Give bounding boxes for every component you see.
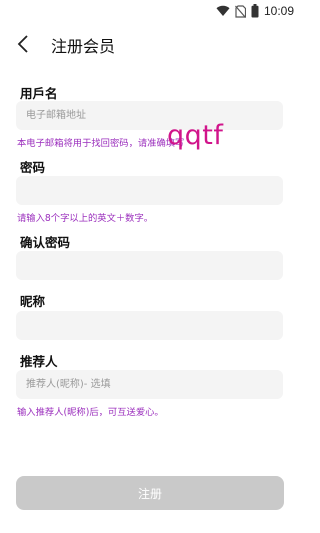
page-title: 注册会员 bbox=[51, 37, 116, 56]
password-hint: 请输入8个字以上的英文＋数字。 bbox=[17, 213, 154, 224]
battery-icon bbox=[251, 4, 259, 18]
email-field[interactable] bbox=[16, 101, 283, 130]
status-bar: 10:09 bbox=[0, 0, 300, 22]
confirm-password-label: 确认密码 bbox=[20, 235, 71, 250]
password-field[interactable] bbox=[16, 176, 283, 205]
wifi-icon bbox=[216, 5, 230, 17]
status-time: 10:09 bbox=[263, 4, 294, 18]
app-bar: 注册会员 bbox=[0, 26, 300, 62]
referrer-hint: 输入推荐人(昵称)后，可互送爱心。 bbox=[17, 407, 164, 418]
no-sim-icon bbox=[235, 4, 246, 18]
password-label: 密码 bbox=[20, 160, 46, 175]
back-arrow-icon[interactable] bbox=[12, 32, 36, 56]
username-label: 用戶名 bbox=[20, 86, 58, 101]
nickname-label: 昵称 bbox=[20, 294, 46, 309]
nickname-field[interactable] bbox=[16, 311, 283, 340]
register-button[interactable]: 注册 bbox=[16, 476, 284, 510]
overlay-text: qqtf bbox=[167, 120, 224, 151]
referrer-label: 推荐人 bbox=[20, 354, 58, 369]
status-icons: 10:09 bbox=[216, 2, 294, 20]
username-hint: 本电子邮箱将用于找回密码，请准确填写 bbox=[17, 138, 185, 149]
referrer-field[interactable] bbox=[16, 370, 283, 399]
confirm-password-field[interactable] bbox=[16, 251, 283, 280]
